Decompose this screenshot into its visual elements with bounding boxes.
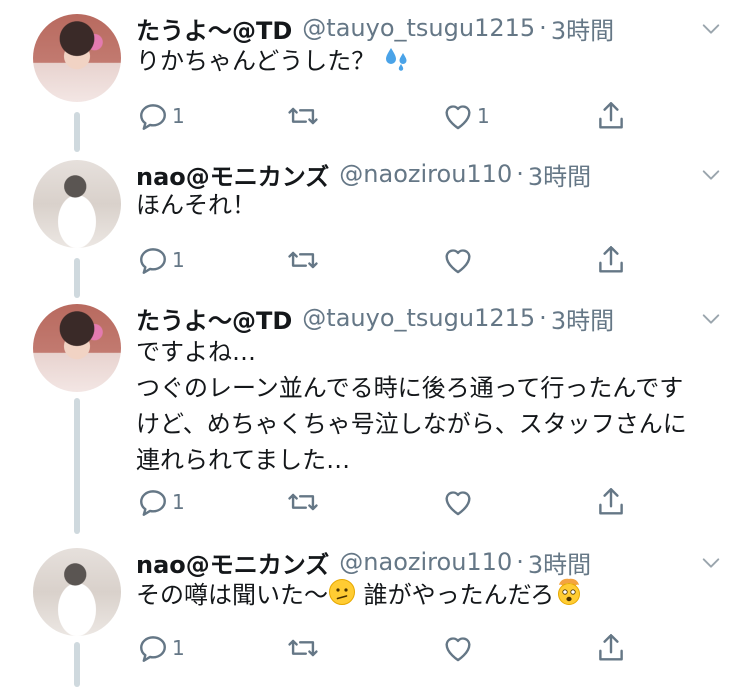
tweet-text: ほんそれ！ — [136, 191, 256, 219]
share-icon — [594, 243, 628, 277]
avatar[interactable] — [33, 14, 121, 102]
timestamp[interactable]: 3時間 — [551, 11, 614, 46]
retweet-button[interactable] — [286, 96, 320, 136]
timestamp[interactable]: 3時間 — [528, 545, 591, 580]
tweet-text: ですよね… つぐのレーン並んでる時に後ろ通って行ったんです けど、めちゃくちゃ号… — [136, 338, 687, 474]
display-name[interactable]: たうよ〜@TD — [136, 301, 292, 336]
reply-count: 1 — [172, 490, 185, 514]
tweet-text-content: りかちゃんどうした？ — [136, 47, 376, 75]
separator: · — [539, 14, 547, 42]
reply-button[interactable]: 1 — [136, 96, 185, 136]
tweet-header: nao@モニカンズ @naozirou110 · 3時間 — [136, 544, 710, 580]
tweet-header: たうよ〜@TD @tauyo_tsugu1215 · 3時間 — [136, 300, 710, 336]
chevron-down-icon[interactable] — [700, 308, 722, 330]
heart-icon — [441, 99, 475, 133]
tweet-header: たうよ〜@TD @tauyo_tsugu1215 · 3時間 — [136, 10, 710, 46]
tweet-text-part: その噂は聞いた〜 — [136, 581, 328, 609]
user-handle[interactable]: @naozirou110 — [339, 548, 512, 576]
tweet[interactable]: たうよ〜@TD @tauyo_tsugu1215 · 3時間 りかちゃんどうした… — [0, 0, 750, 146]
reply-icon — [136, 631, 170, 665]
timestamp[interactable]: 3時間 — [528, 157, 591, 192]
reply-button[interactable]: 1 — [136, 240, 185, 280]
retweet-icon — [286, 99, 320, 133]
tweet-header: nao@モニカンズ @naozirou110 · 3時間 — [136, 156, 710, 192]
heart-icon — [441, 243, 475, 277]
display-name[interactable]: たうよ〜@TD — [136, 11, 292, 46]
retweet-icon — [286, 243, 320, 277]
like-button[interactable]: 1 — [441, 96, 490, 136]
like-button[interactable] — [441, 240, 477, 280]
display-name[interactable]: nao@モニカンズ — [136, 157, 329, 192]
share-button[interactable] — [594, 482, 628, 522]
reply-count: 1 — [172, 636, 185, 660]
retweet-button[interactable] — [286, 628, 320, 668]
display-name[interactable]: nao@モニカンズ — [136, 545, 329, 580]
chevron-down-icon[interactable] — [700, 164, 722, 186]
retweet-icon — [286, 485, 320, 519]
tweet-actions: 1 1 — [136, 96, 636, 136]
share-icon — [594, 631, 628, 665]
tweet[interactable]: nao@モニカンズ @naozirou110 · 3時間 ほんそれ！ 1 — [0, 146, 750, 292]
avatar[interactable] — [33, 160, 121, 248]
reply-icon — [136, 243, 170, 277]
share-icon — [594, 99, 628, 133]
heart-icon — [441, 631, 475, 665]
heart-icon — [441, 485, 475, 519]
chevron-down-icon[interactable] — [700, 552, 722, 574]
chevron-down-icon[interactable] — [700, 18, 722, 40]
exploding-head-icon — [554, 576, 584, 615]
reply-icon — [136, 99, 170, 133]
tweet-text: りかちゃんどうした？ — [136, 44, 710, 81]
share-button[interactable] — [594, 240, 628, 280]
user-handle[interactable]: @naozirou110 — [339, 160, 512, 188]
retweet-icon — [286, 631, 320, 665]
share-button[interactable] — [594, 628, 628, 668]
confused-face-icon — [328, 578, 356, 615]
user-handle[interactable]: @tauyo_tsugu1215 — [302, 304, 535, 332]
tweet-actions: 1 — [136, 240, 636, 280]
reply-button[interactable]: 1 — [136, 628, 185, 668]
reply-count: 1 — [172, 248, 185, 272]
reply-button[interactable]: 1 — [136, 482, 185, 522]
timestamp[interactable]: 3時間 — [551, 301, 614, 336]
sweat-droplets-icon — [383, 44, 411, 81]
tweet[interactable]: nao@モニカンズ @naozirou110 · 3時間 その噂は聞いた〜 誰が… — [0, 534, 750, 687]
separator: · — [539, 304, 547, 332]
retweet-button[interactable] — [286, 482, 320, 522]
like-count: 1 — [477, 104, 490, 128]
tweet-actions: 1 — [136, 628, 636, 668]
tweet-text: その噂は聞いた〜 誰がやったんだろ — [136, 576, 710, 615]
retweet-button[interactable] — [286, 240, 320, 280]
tweet-text-part: 誰がやったんだろ — [363, 581, 555, 609]
share-icon — [594, 485, 628, 519]
separator: · — [516, 160, 524, 188]
share-button[interactable] — [594, 96, 628, 136]
like-button[interactable] — [441, 628, 477, 668]
user-handle[interactable]: @tauyo_tsugu1215 — [302, 14, 535, 42]
like-button[interactable] — [441, 482, 477, 522]
reply-count: 1 — [172, 104, 185, 128]
separator: · — [516, 548, 524, 576]
avatar[interactable] — [33, 304, 121, 392]
tweet[interactable]: たうよ〜@TD @tauyo_tsugu1215 · 3時間 ですよね… つぐの… — [0, 290, 750, 536]
reply-icon — [136, 485, 170, 519]
tweet-actions: 1 — [136, 482, 636, 522]
avatar[interactable] — [33, 548, 121, 636]
